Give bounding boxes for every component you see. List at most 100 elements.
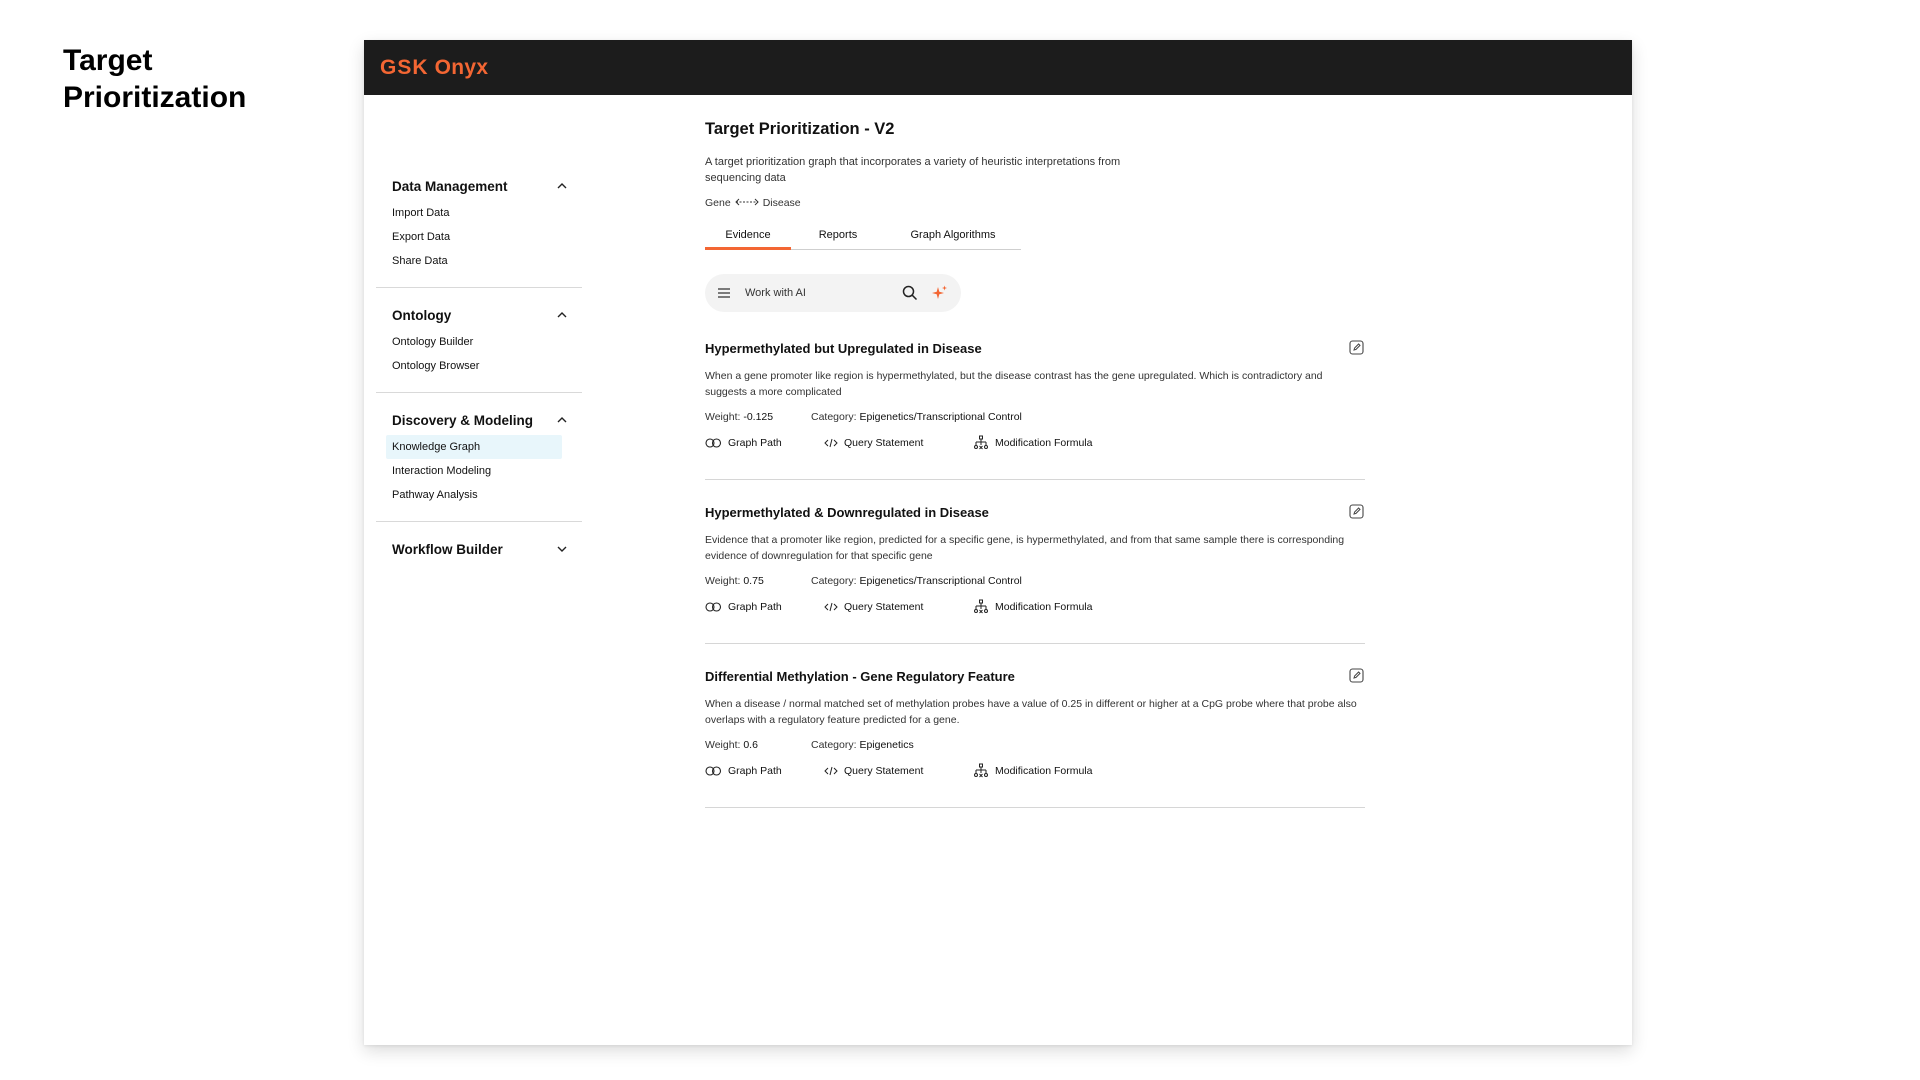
- sidebar-section-title: Ontology: [392, 307, 452, 323]
- code-icon: [824, 438, 838, 448]
- weight-value: -0.125: [743, 411, 774, 423]
- chevron-up-icon[interactable]: [556, 414, 568, 426]
- modification-formula-label: Modification Formula: [995, 437, 1093, 449]
- sidebar-section-ontology: Ontology Ontology Builder Ontology Brows…: [376, 304, 582, 393]
- query-statement-label: Query Statement: [844, 437, 924, 449]
- top-bar: GSK Onyx: [364, 40, 1632, 95]
- sidebar-item-pathway-analysis[interactable]: Pathway Analysis: [376, 483, 562, 507]
- sidebar-section-workflow-builder: Workflow Builder: [376, 538, 582, 574]
- weight-value: 0.6: [743, 739, 758, 751]
- category-field: Category: Epigenetics/Transcriptional Co…: [811, 575, 1022, 587]
- edit-icon[interactable]: [1349, 340, 1365, 356]
- menu-icon[interactable]: [717, 288, 731, 298]
- main-content: Target Prioritization - V2 A target prio…: [705, 120, 1365, 830]
- category-value: Epigenetics/Transcriptional Control: [859, 575, 1022, 587]
- graph-path-icon: [705, 438, 722, 448]
- modification-formula-button[interactable]: Modification Formula: [973, 599, 1092, 615]
- graph-path-label: Graph Path: [728, 601, 782, 613]
- relation-to: Disease: [762, 197, 801, 209]
- evidence-description: When a disease / normal matched set of m…: [705, 698, 1357, 726]
- graph-path-button[interactable]: Graph Path: [705, 437, 824, 449]
- tab-bar: Evidence Reports Graph Algorithms: [705, 229, 1021, 250]
- weight-field: Weight: -0.125: [705, 411, 811, 423]
- sidebar-item-import-data[interactable]: Import Data: [376, 201, 562, 225]
- slide-title: Target Prioritization: [63, 44, 247, 114]
- tab-evidence[interactable]: Evidence: [705, 229, 791, 250]
- query-statement-button[interactable]: Query Statement: [824, 437, 973, 449]
- weight-field: Weight: 0.75: [705, 575, 811, 587]
- chevron-up-icon[interactable]: [556, 180, 568, 192]
- weight-label: Weight:: [705, 411, 741, 423]
- sidebar: Data Management Import Data Export Data …: [376, 175, 582, 590]
- category-value: Epigenetics: [859, 739, 914, 751]
- category-label: Category:: [811, 739, 857, 751]
- evidence-title: Hypermethylated & Downregulated in Disea…: [705, 504, 989, 520]
- formula-icon: [974, 599, 988, 614]
- brand-gsk: GSK: [380, 55, 429, 79]
- search-input[interactable]: [743, 286, 889, 300]
- sidebar-item-share-data[interactable]: Share Data: [376, 249, 562, 273]
- graph-path-label: Graph Path: [728, 437, 782, 449]
- evidence-list: Hypermethylated but Upregulated in Disea…: [705, 338, 1365, 808]
- evidence-title: Differential Methylation - Gene Regulato…: [705, 668, 1015, 684]
- formula-icon: [974, 763, 988, 778]
- sidebar-item-ontology-builder[interactable]: Ontology Builder: [376, 330, 562, 354]
- ai-search-bar: [705, 274, 961, 312]
- query-statement-label: Query Statement: [844, 601, 924, 613]
- category-label: Category:: [811, 411, 857, 423]
- sidebar-section-title: Data Management: [392, 178, 508, 194]
- graph-path-label: Graph Path: [728, 765, 782, 777]
- brand-logo[interactable]: GSK Onyx: [380, 56, 488, 80]
- code-icon: [824, 602, 838, 612]
- graph-path-button[interactable]: Graph Path: [705, 765, 824, 777]
- weight-field: Weight: 0.6: [705, 739, 811, 751]
- sidebar-item-export-data[interactable]: Export Data: [376, 225, 562, 249]
- graph-path-icon: [705, 602, 722, 612]
- sidebar-item-ontology-browser[interactable]: Ontology Browser: [376, 354, 562, 378]
- search-icon[interactable]: [901, 284, 919, 302]
- sidebar-section-title: Workflow Builder: [392, 541, 503, 557]
- chevron-up-icon[interactable]: [556, 309, 568, 321]
- category-value: Epigenetics/Transcriptional Control: [859, 411, 1022, 423]
- sparkle-icon[interactable]: [931, 284, 949, 302]
- sidebar-section-header[interactable]: Workflow Builder: [376, 538, 582, 560]
- relation-label: Gene Disease: [705, 197, 1365, 209]
- weight-value: 0.75: [743, 575, 764, 587]
- weight-label: Weight:: [705, 739, 741, 751]
- modification-formula-button[interactable]: Modification Formula: [973, 435, 1092, 451]
- evidence-description: Evidence that a promoter like region, pr…: [705, 534, 1345, 562]
- sidebar-section-header[interactable]: Discovery & Modeling: [376, 409, 582, 431]
- sidebar-section-title: Discovery & Modeling: [392, 412, 534, 428]
- modification-formula-label: Modification Formula: [995, 601, 1093, 613]
- graph-path-icon: [705, 766, 722, 776]
- sidebar-section-header[interactable]: Ontology: [376, 304, 582, 326]
- sidebar-section-discovery-modeling: Discovery & Modeling Knowledge Graph Int…: [376, 409, 582, 522]
- tab-graph-algorithms[interactable]: Graph Algorithms: [885, 229, 1021, 249]
- weight-label: Weight:: [705, 575, 741, 587]
- query-statement-label: Query Statement: [844, 765, 924, 777]
- graph-path-button[interactable]: Graph Path: [705, 601, 824, 613]
- edit-icon[interactable]: [1349, 668, 1365, 684]
- query-statement-button[interactable]: Query Statement: [824, 601, 973, 613]
- query-statement-button[interactable]: Query Statement: [824, 765, 973, 777]
- modification-formula-button[interactable]: Modification Formula: [973, 763, 1092, 779]
- evidence-card: Differential Methylation - Gene Regulato…: [705, 666, 1365, 808]
- evidence-description: When a gene promoter like region is hype…: [705, 370, 1323, 398]
- chevron-down-icon[interactable]: [556, 543, 568, 555]
- category-label: Category:: [811, 575, 857, 587]
- sidebar-section-header[interactable]: Data Management: [376, 175, 582, 197]
- formula-icon: [974, 435, 988, 450]
- tab-reports[interactable]: Reports: [791, 229, 885, 249]
- edit-icon[interactable]: [1349, 504, 1365, 520]
- sidebar-item-interaction-modeling[interactable]: Interaction Modeling: [376, 459, 562, 483]
- evidence-card: Hypermethylated & Downregulated in Disea…: [705, 502, 1365, 644]
- relation-from: Gene: [705, 197, 731, 209]
- brand-product: Onyx: [434, 55, 489, 79]
- evidence-card: Hypermethylated but Upregulated in Disea…: [705, 338, 1365, 480]
- sidebar-item-knowledge-graph[interactable]: Knowledge Graph: [386, 435, 562, 459]
- category-field: Category: Epigenetics/Transcriptional Co…: [811, 411, 1022, 423]
- category-field: Category: Epigenetics: [811, 739, 914, 751]
- code-icon: [824, 766, 838, 776]
- double-arrow-icon: [734, 197, 759, 209]
- page-description: A target prioritization graph that incor…: [705, 156, 1121, 184]
